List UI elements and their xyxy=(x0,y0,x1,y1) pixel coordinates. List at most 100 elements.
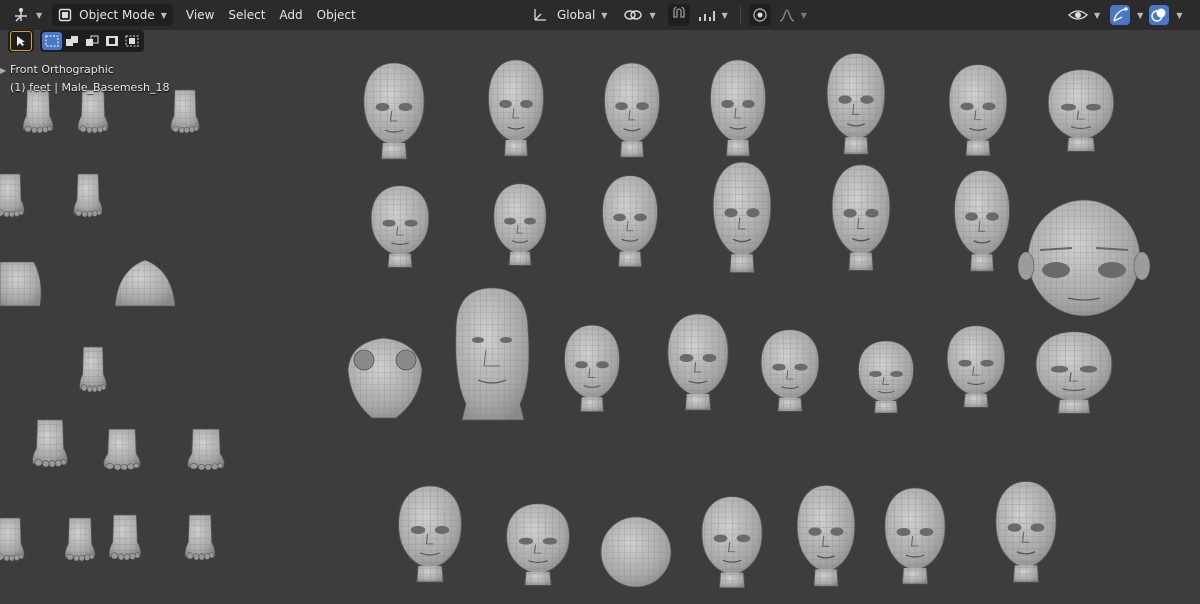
view-name: Front Orthographic xyxy=(10,63,114,76)
sidebar-expand-arrow[interactable]: ▶ xyxy=(0,66,6,75)
head-mesh[interactable] xyxy=(487,59,545,157)
overlay-controls: ▼ ▼ ▼ xyxy=(1064,4,1182,26)
magnet-icon xyxy=(671,7,687,23)
proportional-edit-icon xyxy=(752,7,768,23)
link-icon xyxy=(623,8,643,22)
foot-mesh[interactable] xyxy=(22,89,54,134)
mode-selector[interactable]: Object Mode ▼ xyxy=(52,4,173,26)
head-mesh[interactable] xyxy=(505,503,571,587)
head-mesh[interactable] xyxy=(857,340,915,414)
foot-mesh[interactable] xyxy=(0,173,25,218)
head-mesh[interactable] xyxy=(884,487,946,585)
menu-object[interactable]: Object xyxy=(310,4,363,26)
foot-mesh[interactable] xyxy=(170,89,200,134)
head-mesh[interactable] xyxy=(601,174,659,268)
foot-mesh[interactable] xyxy=(103,428,141,471)
foot-base-mesh[interactable] xyxy=(0,261,42,307)
head-mesh[interactable] xyxy=(831,164,891,272)
select-extend-icon xyxy=(65,35,79,47)
head-mesh[interactable] xyxy=(370,185,430,269)
chevron-down-icon: ▼ xyxy=(1176,10,1183,20)
head-mesh[interactable] xyxy=(1047,69,1115,153)
large-cartoon-head-mesh[interactable] xyxy=(1017,199,1151,317)
menu-view[interactable]: View xyxy=(179,4,221,26)
gizmo-selector[interactable]: ▼ xyxy=(1110,4,1143,26)
sphere-mesh[interactable] xyxy=(600,516,672,588)
creature-head-mesh[interactable] xyxy=(347,337,423,419)
active-tool-group xyxy=(8,30,34,52)
head-mesh[interactable] xyxy=(826,52,886,155)
head-mesh[interactable] xyxy=(667,313,729,411)
head-mesh[interactable] xyxy=(948,63,1008,157)
gizmo-icon xyxy=(1112,7,1128,23)
foot-mesh[interactable] xyxy=(73,173,103,218)
transform-controls: Global ▼ ▼ ▼ ▼ xyxy=(528,4,811,26)
cursor-arrow-icon xyxy=(15,35,27,47)
head-mesh[interactable] xyxy=(709,59,767,157)
overlays-selector[interactable]: ▼ xyxy=(1149,4,1182,26)
falloff-selector[interactable]: ▼ xyxy=(775,4,811,26)
select-extend-button[interactable] xyxy=(62,32,82,50)
visibility-selector[interactable]: ▼ xyxy=(1064,4,1104,26)
transform-gizmo-icon xyxy=(12,7,30,23)
head-mesh[interactable] xyxy=(563,324,621,413)
overlays-toggle[interactable] xyxy=(1149,5,1170,25)
select-new-icon xyxy=(45,35,59,47)
foot-mesh[interactable] xyxy=(108,514,142,561)
snap-toggle[interactable] xyxy=(667,4,690,26)
select-intersect-button[interactable] xyxy=(122,32,142,50)
head-mesh[interactable] xyxy=(493,183,547,266)
foot-mesh[interactable] xyxy=(187,428,225,471)
snap-target-selector[interactable]: ▼ xyxy=(694,4,732,26)
heavy-head-mesh[interactable] xyxy=(455,287,530,421)
select-subtract-icon xyxy=(85,35,99,47)
select-invert-button[interactable] xyxy=(102,32,122,50)
header-menu: View Select Add Object xyxy=(179,4,363,26)
head-mesh[interactable] xyxy=(363,62,425,160)
head-mesh[interactable] xyxy=(701,495,763,589)
select-tool-button[interactable] xyxy=(10,31,32,51)
mesh-canvas[interactable] xyxy=(0,30,1200,600)
head-mesh[interactable] xyxy=(760,329,820,413)
head-mesh[interactable] xyxy=(712,161,772,274)
separator xyxy=(739,6,741,24)
foot-mesh[interactable] xyxy=(32,419,68,468)
select-subtract-button[interactable] xyxy=(82,32,102,50)
select-intersect-icon xyxy=(125,35,139,47)
head-mesh[interactable] xyxy=(1035,330,1113,415)
orientation-label: Global xyxy=(557,8,596,22)
transform-orientation-selector[interactable]: Global ▼ xyxy=(528,4,611,26)
foot-mesh[interactable] xyxy=(0,517,25,562)
collection-info: (1) feet | Male_Basemesh_18 xyxy=(10,81,170,94)
menu-add[interactable]: Add xyxy=(272,4,309,26)
falloff-curve-icon xyxy=(779,8,795,22)
chevron-down-icon: ▼ xyxy=(800,10,807,20)
foot-mesh[interactable] xyxy=(79,346,107,393)
viewport-header: ▼ Object Mode ▼ View Select Add Object G… xyxy=(0,0,1200,30)
head-mesh[interactable] xyxy=(995,480,1057,583)
editor-type-button[interactable]: ▼ xyxy=(8,4,46,26)
gizmo-toggle[interactable] xyxy=(1110,5,1131,25)
select-new-button[interactable] xyxy=(42,32,62,50)
foot-mesh[interactable] xyxy=(77,89,109,134)
pivot-point-selector[interactable]: ▼ xyxy=(619,4,659,26)
proportional-editing-toggle[interactable] xyxy=(748,4,771,26)
head-mesh[interactable] xyxy=(603,62,661,158)
snap-increment-icon xyxy=(698,8,716,22)
head-mesh[interactable] xyxy=(946,325,1006,409)
chevron-down-icon: ▼ xyxy=(649,10,656,20)
chevron-down-icon: ▼ xyxy=(160,10,167,20)
3d-viewport[interactable] xyxy=(0,30,1200,600)
head-mesh[interactable] xyxy=(796,484,856,587)
chevron-down-icon: ▼ xyxy=(1137,10,1144,20)
chevron-down-icon: ▼ xyxy=(601,10,608,20)
orientation-axes-icon xyxy=(532,7,548,23)
foot-mesh[interactable] xyxy=(184,514,216,561)
foot-mesh[interactable] xyxy=(64,517,96,562)
selection-tool-row xyxy=(8,30,144,52)
head-mesh[interactable] xyxy=(397,485,463,583)
foot-base-mesh[interactable] xyxy=(114,259,176,307)
head-mesh[interactable] xyxy=(953,169,1011,272)
chevron-down-icon: ▼ xyxy=(721,10,728,20)
menu-select[interactable]: Select xyxy=(221,4,272,26)
